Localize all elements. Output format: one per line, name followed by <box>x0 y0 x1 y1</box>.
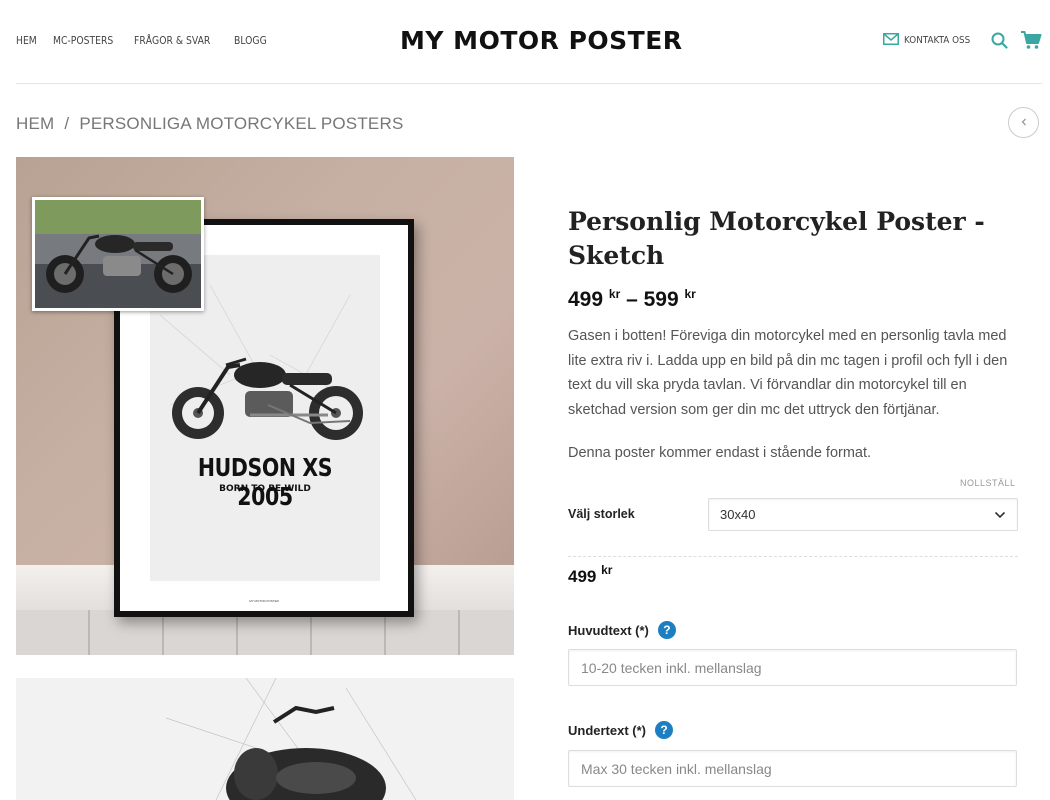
price-dash: – <box>626 288 638 311</box>
poster-title: HUDSON XS 2005 <box>197 453 333 511</box>
contact-label: KONTAKTA OSS <box>903 34 970 46</box>
poster-brand: MY MOTOR POSTER <box>249 599 279 603</box>
chevron-left-icon <box>1019 114 1029 132</box>
help-icon[interactable]: ? <box>657 621 676 639</box>
main-text-input[interactable] <box>568 649 1017 686</box>
format-note: Denna poster kommer endast i stående for… <box>568 445 872 461</box>
breadcrumb-current[interactable]: PERSONLIGA MOTORCYKEL POSTERS <box>79 114 403 134</box>
cart-icon[interactable] <box>1020 30 1042 50</box>
price-from: 499 <box>568 288 604 311</box>
size-label: Välj storlek <box>568 507 635 521</box>
product-description: Gasen i botten! Föreviga din motorcykel … <box>568 328 1008 418</box>
main-text-label-text: Huvudtext (*) <box>568 622 649 638</box>
contact-link[interactable]: KONTAKTA OSS <box>882 32 979 48</box>
header-actions: KONTAKTA OSS <box>882 30 1042 50</box>
motorcycle-closeup-sketch <box>165 678 417 800</box>
product-title: Personlig Motorcykel Poster - Sketch <box>568 207 985 270</box>
main-nav: HEM MC-POSTERS FRÅGOR & SVAR BLOGG <box>16 35 271 47</box>
search-icon[interactable] <box>991 32 1008 49</box>
reference-photo-thumbnail <box>32 197 204 311</box>
product-summary: Personlig Motorcykel Poster - Sketch 499… <box>568 205 1018 465</box>
mail-icon <box>882 32 899 48</box>
size-select-value: 30x40 <box>720 507 756 522</box>
currency-label: kr <box>601 563 613 577</box>
selected-price: 499 kr <box>568 563 612 587</box>
breadcrumb: HEM / PERSONLIGA MOTORCYKEL POSTERS <box>16 114 404 134</box>
nav-item-mc-posters[interactable]: MC-POSTERS <box>53 35 113 47</box>
breadcrumb-separator: / <box>64 114 70 133</box>
motorcycle-photo <box>35 200 201 308</box>
chevron-down-icon <box>994 507 1006 522</box>
price-range: 499 kr – 599 kr <box>568 287 1018 312</box>
currency-label: kr <box>684 287 696 301</box>
site-logo[interactable]: MY MOTOR POSTER <box>400 26 683 55</box>
previous-product-button[interactable] <box>1008 107 1039 138</box>
breadcrumb-home[interactable]: HEM <box>16 114 54 134</box>
sub-text-label: Undertext (*) ? <box>568 721 674 739</box>
poster-subtitle: BORN TO BE WILD <box>219 484 311 494</box>
price-to: 599 <box>643 288 679 311</box>
help-icon[interactable]: ? <box>655 721 674 739</box>
reset-variations-link[interactable]: NOLLSTÄLL <box>960 478 1016 488</box>
product-secondary-image[interactable] <box>16 678 514 800</box>
divider <box>568 556 1018 557</box>
nav-item-fragor-svar[interactable]: FRÅGOR & SVAR <box>134 35 210 47</box>
sub-text-label-text: Undertext (*) <box>568 722 647 738</box>
currency-label: kr <box>608 287 621 301</box>
main-text-label: Huvudtext (*) ? <box>568 621 676 639</box>
size-select[interactable]: 30x40 <box>708 498 1018 531</box>
selected-price-value: 499 <box>568 567 597 586</box>
nav-item-hem[interactable]: HEM <box>16 35 37 47</box>
site-header: HEM MC-POSTERS FRÅGOR & SVAR BLOGG MY MO… <box>0 0 1050 84</box>
nav-item-blogg[interactable]: BLOGG <box>234 35 267 47</box>
header-divider <box>16 83 1042 84</box>
sub-text-input[interactable] <box>568 750 1017 787</box>
product-main-image[interactable]: HUDSON XS 2005 BORN TO BE WILD MY MOTOR … <box>16 157 514 655</box>
